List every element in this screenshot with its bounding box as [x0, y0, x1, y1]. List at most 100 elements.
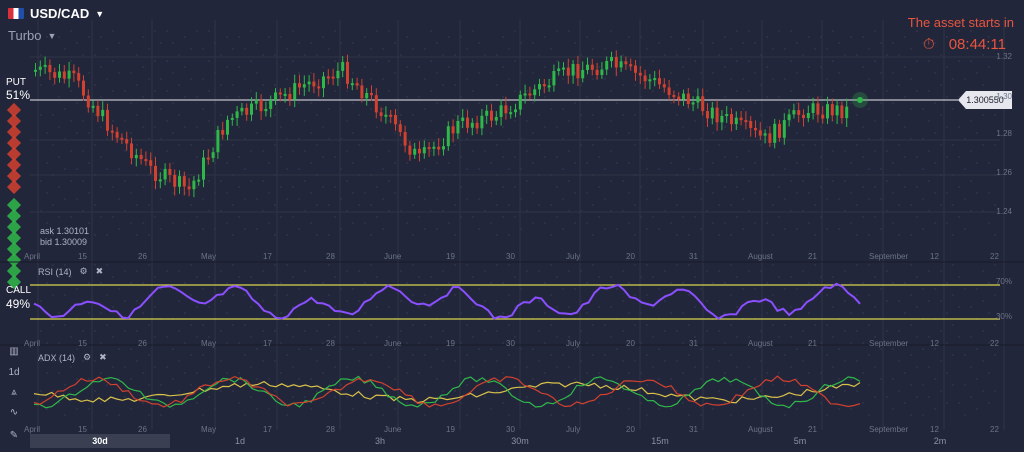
map-dot: [544, 36, 546, 38]
gear-icon[interactable]: ⚙: [83, 352, 91, 363]
map-dot: [490, 162, 492, 164]
gear-icon[interactable]: ⚙: [80, 266, 88, 277]
map-dot: [310, 348, 312, 350]
map-dot: [388, 60, 390, 62]
map-dot: [466, 324, 468, 326]
map-dot: [940, 54, 942, 56]
candle: [835, 105, 839, 116]
map-dot: [124, 366, 126, 368]
close-icon[interactable]: ✖: [96, 266, 104, 277]
map-dot: [88, 72, 90, 74]
period-2m[interactable]: 2m: [870, 434, 1010, 448]
map-dot: [886, 270, 888, 272]
period-1d[interactable]: 1d: [170, 434, 310, 448]
map-dot: [304, 120, 306, 122]
map-dot: [196, 30, 198, 32]
rsi-label: RSI (14): [38, 266, 72, 277]
countdown: ⏱ 08:44:11: [923, 36, 1006, 53]
map-dot: [598, 306, 600, 308]
map-dot: [406, 372, 408, 374]
map-dot: [226, 282, 228, 284]
period-30m[interactable]: 30m: [450, 434, 590, 448]
map-dot: [142, 186, 144, 188]
map-dot: [964, 198, 966, 200]
map-dot: [166, 120, 168, 122]
map-dot: [256, 288, 258, 290]
map-dot: [880, 42, 882, 44]
map-dot: [304, 396, 306, 398]
map-dot: [370, 324, 372, 326]
period-5m[interactable]: 5m: [730, 434, 870, 448]
asset-selector[interactable]: USD/CAD ▼: [8, 6, 104, 21]
indicators-icon[interactable]: ⩓: [4, 387, 24, 398]
map-dot: [136, 54, 138, 56]
map-dot: [670, 378, 672, 380]
map-dot: [322, 126, 324, 128]
map-dot: [880, 288, 882, 290]
chart-type-icon[interactable]: ▥: [4, 346, 24, 357]
map-dot: [202, 48, 204, 50]
map-dot: [742, 42, 744, 44]
map-dot: [106, 384, 108, 386]
map-dot: [802, 330, 804, 332]
map-dot: [628, 408, 630, 410]
map-dot: [694, 306, 696, 308]
map-dot: [574, 162, 576, 164]
pencil-icon[interactable]: ✎: [4, 430, 24, 441]
map-dot: [652, 336, 654, 338]
mode-selector[interactable]: Turbo ▼: [8, 28, 56, 43]
map-dot: [412, 264, 414, 266]
map-dot: [892, 378, 894, 380]
map-dot: [910, 204, 912, 206]
map-dot: [598, 66, 600, 68]
map-dot: [724, 96, 726, 98]
map-dot: [316, 114, 318, 116]
map-dot: [796, 228, 798, 230]
map-dot: [982, 300, 984, 302]
period-15m[interactable]: 15m: [590, 434, 730, 448]
map-dot: [880, 72, 882, 74]
map-dot: [982, 270, 984, 272]
map-dot: [502, 216, 504, 218]
line-tool-icon[interactable]: ∿: [4, 407, 24, 418]
map-dot: [598, 186, 600, 188]
map-dot: [94, 204, 96, 206]
map-dot: [652, 150, 654, 152]
map-dot: [100, 372, 102, 374]
map-dot: [448, 222, 450, 224]
map-dot: [874, 150, 876, 152]
map-dot: [784, 198, 786, 200]
map-dot: [184, 126, 186, 128]
period-30d[interactable]: 30d: [30, 434, 170, 448]
candle: [648, 79, 652, 82]
map-dot: [622, 330, 624, 332]
map-dot: [412, 204, 414, 206]
map-dot: [736, 156, 738, 158]
map-dot: [694, 216, 696, 218]
map-dot: [598, 30, 600, 32]
candle: [557, 68, 561, 72]
map-dot: [286, 48, 288, 50]
map-dot: [136, 300, 138, 302]
map-dot: [970, 150, 972, 152]
map-dot: [994, 354, 996, 356]
map-dot: [568, 366, 570, 368]
x-tick: 30: [506, 339, 515, 348]
map-dot: [556, 60, 558, 62]
map-dot: [118, 198, 120, 200]
map-dot: [514, 30, 516, 32]
map-dot: [994, 234, 996, 236]
map-dot: [160, 108, 162, 110]
candle: [298, 83, 301, 88]
candle: [82, 80, 85, 96]
map-dot: [322, 402, 324, 404]
map-dot: [82, 300, 84, 302]
close-icon[interactable]: ✖: [99, 352, 107, 363]
map-dot: [184, 96, 186, 98]
timeframe-button[interactable]: 1d: [4, 367, 24, 378]
map-dot: [172, 192, 174, 194]
map-dot: [730, 384, 732, 386]
map-dot: [508, 324, 510, 326]
map-dot: [532, 42, 534, 44]
period-3h[interactable]: 3h: [310, 434, 450, 448]
